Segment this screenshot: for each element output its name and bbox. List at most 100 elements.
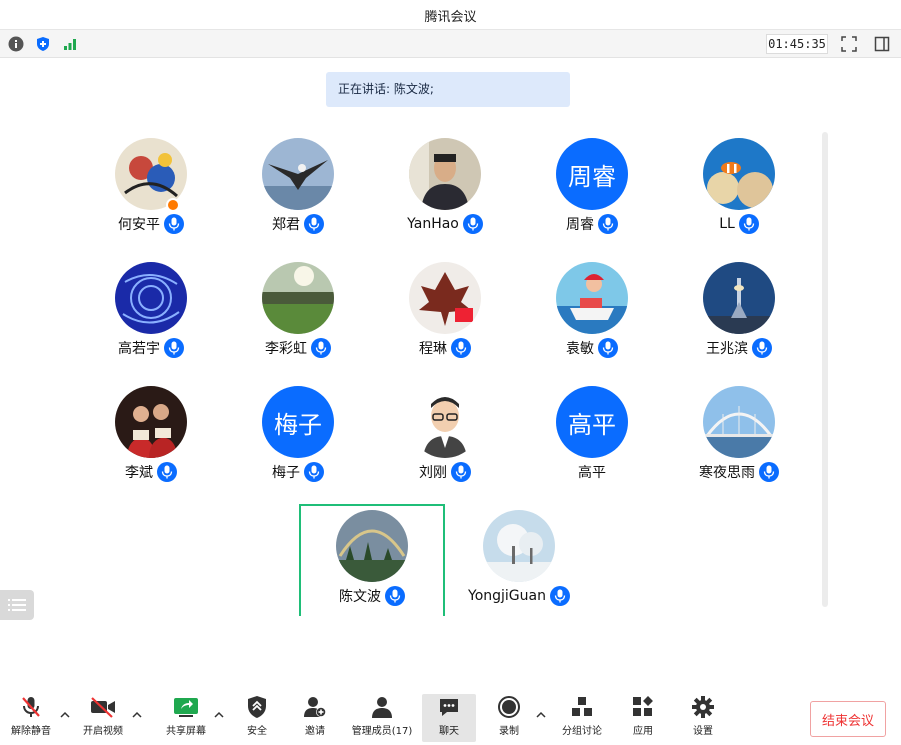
window-title: 腾讯会议 (424, 10, 477, 25)
add-user-icon (302, 694, 328, 720)
avatar (262, 262, 334, 334)
participant-name-row: 何安平 (78, 212, 224, 236)
avatar (703, 138, 775, 210)
signal-icon[interactable] (61, 35, 79, 53)
settings-button[interactable]: 设置 (686, 694, 720, 742)
participant-tile[interactable]: 王兆滨 (666, 256, 812, 368)
host-badge-icon (166, 198, 180, 212)
chat-button[interactable]: 聊天 (422, 694, 476, 742)
participant-tile[interactable]: 程琳 (372, 256, 518, 368)
avatar (703, 386, 775, 458)
shield-icon[interactable] (34, 35, 52, 53)
participant-tile[interactable]: YongjiGuan (446, 504, 592, 616)
chevron-up-icon[interactable] (536, 710, 546, 720)
participant-name-row: 寒夜思雨 (666, 460, 812, 484)
apps-icon (631, 694, 655, 720)
mic-on-icon (451, 462, 471, 482)
info-icon[interactable] (7, 35, 25, 53)
participant-name-row: 李斌 (78, 460, 224, 484)
participant-tile[interactable]: YanHao (372, 132, 518, 244)
participant-tile[interactable]: 寒夜思雨 (666, 380, 812, 492)
title-bar: 腾讯会议 (0, 0, 901, 30)
meeting-toolbar: 解除静音 开启视频 共享屏幕 安全 邀请 管理成员(17) 聊天 录制 分组讨论… (0, 690, 901, 745)
mic-on-icon (157, 462, 177, 482)
participant-name: 李斌 (125, 465, 153, 481)
mic-on-icon (311, 338, 331, 358)
start-video-button[interactable]: 开启视频 (80, 694, 126, 742)
participant-tile[interactable]: 陈文波 (299, 504, 445, 616)
participant-tile[interactable]: 周睿 周睿 (519, 132, 665, 244)
participant-name-row: 高平 (519, 460, 665, 484)
breakout-icon (570, 694, 594, 720)
participant-name-row: 袁敏 (519, 336, 665, 360)
chevron-up-icon[interactable] (132, 710, 142, 720)
participant-name-row: 高若宇 (78, 336, 224, 360)
manage-members-button[interactable]: 管理成员(17) (348, 694, 416, 742)
participant-name-row: YanHao (372, 212, 518, 236)
participant-name: 郑君 (272, 217, 300, 233)
breakout-rooms-button[interactable]: 分组讨论 (558, 694, 606, 742)
meeting-timer: 01:45:35 (766, 34, 828, 54)
participant-name: 刘刚 (419, 465, 447, 481)
participant-tile[interactable]: 袁敏 (519, 256, 665, 368)
gear-icon (691, 694, 715, 720)
participant-name-row: 周睿 (519, 212, 665, 236)
participant-name: 周睿 (566, 217, 594, 233)
participant-name-row: YongjiGuan (446, 584, 592, 608)
participant-name-row: 刘刚 (372, 460, 518, 484)
participant-tile[interactable]: LL (666, 132, 812, 244)
participant-tile[interactable]: 梅子 梅子 (225, 380, 371, 492)
record-button[interactable]: 录制 (492, 694, 526, 742)
participant-tile[interactable]: 刘刚 (372, 380, 518, 492)
participant-tile[interactable]: 高平 高平 (519, 380, 665, 492)
list-toggle-button[interactable] (0, 590, 34, 620)
participant-name-row: 陈文波 (301, 584, 443, 608)
chevron-up-icon[interactable] (60, 710, 70, 720)
status-bar: 01:45:35 (0, 30, 901, 58)
participant-name-row: 郑君 (225, 212, 371, 236)
participant-name: 袁敏 (566, 341, 594, 357)
mic-on-icon (752, 338, 772, 358)
avatar (409, 262, 481, 334)
participant-name: 王兆滨 (706, 341, 748, 357)
mic-on-icon (598, 338, 618, 358)
participant-tile[interactable]: 李彩虹 (225, 256, 371, 368)
unmute-button[interactable]: 解除静音 (6, 694, 56, 742)
gallery-scrollbar[interactable] (822, 132, 828, 607)
avatar (115, 386, 187, 458)
fullscreen-icon[interactable] (838, 34, 860, 54)
members-icon (370, 694, 394, 720)
share-screen-button[interactable]: 共享屏幕 (162, 694, 210, 742)
security-button[interactable]: 安全 (240, 694, 274, 742)
participant-tile[interactable]: 高若宇 (78, 256, 224, 368)
avatar (336, 510, 408, 582)
apps-button[interactable]: 应用 (626, 694, 660, 742)
end-meeting-button[interactable]: 结束会议 (810, 701, 886, 737)
participant-name: YanHao (407, 216, 459, 232)
security-shield-icon (246, 694, 268, 720)
chat-icon (437, 694, 461, 720)
avatar (556, 262, 628, 334)
participant-name: 梅子 (272, 465, 300, 481)
participant-name-row: 王兆滨 (666, 336, 812, 360)
participant-name: 程琳 (419, 341, 447, 357)
avatar (409, 138, 481, 210)
mic-on-icon (759, 462, 779, 482)
avatar (262, 138, 334, 210)
participant-tile[interactable]: 李斌 (78, 380, 224, 492)
mic-on-icon (462, 214, 483, 234)
sidebar-toggle-icon[interactable] (871, 34, 893, 54)
chevron-up-icon[interactable] (214, 710, 224, 720)
avatar (409, 386, 481, 458)
participant-tile[interactable]: 何安平 (78, 132, 224, 244)
mic-on-icon (738, 214, 759, 234)
mic-on-icon (304, 214, 324, 234)
participant-tile[interactable]: 郑君 (225, 132, 371, 244)
participant-name-row: 程琳 (372, 336, 518, 360)
avatar (703, 262, 775, 334)
invite-button[interactable]: 邀请 (298, 694, 332, 742)
participant-name: 何安平 (118, 217, 160, 233)
record-icon (497, 694, 521, 720)
list-icon (8, 599, 26, 611)
participant-name-row: 梅子 (225, 460, 371, 484)
